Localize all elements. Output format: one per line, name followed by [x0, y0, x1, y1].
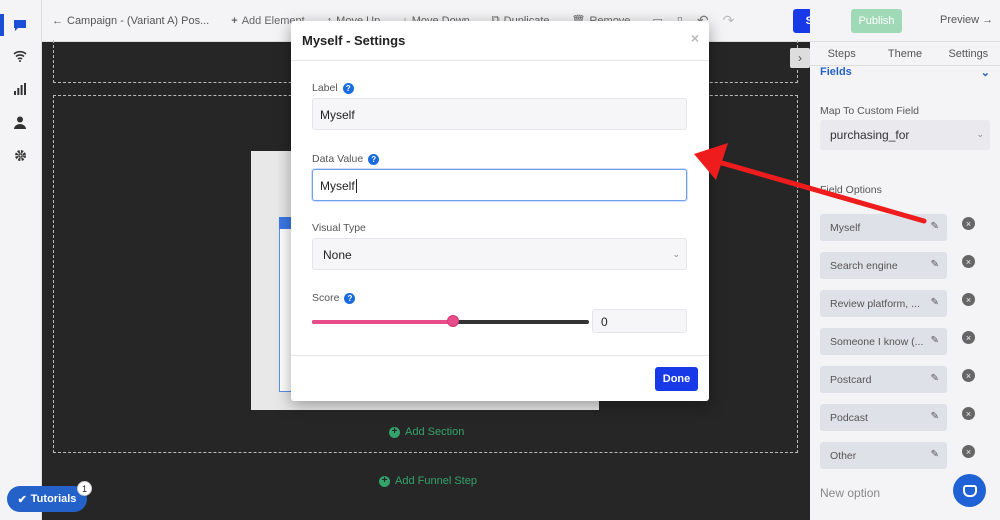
support-chat-button[interactable]	[953, 474, 986, 507]
pencil-icon[interactable]: ✎	[931, 335, 939, 346]
score-slider-fill	[312, 320, 454, 324]
help-icon[interactable]: ?	[342, 82, 354, 94]
user-icon[interactable]	[12, 114, 28, 130]
visual-type-value: None	[323, 248, 352, 262]
active-indicator	[0, 14, 4, 36]
arrow-left-icon: ←	[52, 14, 63, 27]
modal-header: Myself - Settings ×	[291, 21, 709, 61]
data-value-field-label: Data Value ?	[312, 153, 380, 165]
tutorials-button[interactable]: ✔ Tutorials	[7, 486, 87, 512]
score-slider[interactable]	[312, 315, 589, 327]
tutorials-label: Tutorials	[30, 493, 77, 505]
data-value-text: Myself	[320, 179, 355, 193]
option-item[interactable]: Podcast ✎	[820, 404, 947, 431]
plus-circle-icon: +	[379, 475, 390, 487]
bar-chart-icon[interactable]	[12, 81, 28, 97]
remove-option-icon[interactable]: ×	[962, 293, 975, 306]
option-label: Podcast	[830, 412, 868, 424]
tutorials-badge: 1	[77, 481, 92, 496]
remove-option-icon[interactable]: ×	[962, 445, 975, 458]
remove-option-icon[interactable]: ×	[962, 217, 975, 230]
remove-option-icon[interactable]: ×	[962, 407, 975, 420]
fields-accordion[interactable]: Fields ⌄	[820, 66, 990, 79]
pencil-icon[interactable]: ✎	[931, 259, 939, 270]
tab-settings[interactable]: Settings	[937, 42, 1000, 65]
option-item[interactable]: Review platform, ... ✎	[820, 290, 947, 317]
chevron-down-icon: ⌄	[672, 249, 680, 259]
visual-type-field-label: Visual Type	[312, 222, 366, 234]
add-funnel-step-button[interactable]: + Add Funnel Step	[379, 475, 477, 487]
field-options-label: Field Options	[820, 184, 882, 196]
pencil-icon[interactable]: ✎	[931, 297, 939, 308]
help-icon[interactable]: ?	[368, 153, 380, 165]
add-section-button[interactable]: + Add Section	[389, 426, 464, 438]
score-input[interactable]: 0	[592, 309, 687, 333]
tab-theme[interactable]: Theme	[873, 42, 936, 65]
add-funnel-step-label: Add Funnel Step	[395, 475, 477, 487]
left-icon-rail	[0, 0, 42, 520]
wifi-icon[interactable]	[12, 48, 28, 64]
pencil-icon[interactable]: ✎	[931, 449, 939, 460]
text-cursor	[355, 179, 357, 193]
top-right-bar: Publish Preview →	[810, 0, 1000, 42]
option-label: Search engine	[830, 260, 898, 272]
custom-field-value: purchasing_for	[830, 128, 910, 142]
data-value-caption: Data Value	[312, 153, 364, 165]
add-section-label: Add Section	[405, 426, 465, 438]
tab-steps[interactable]: Steps	[810, 42, 873, 65]
plus-circle-icon: +	[389, 426, 400, 438]
custom-field-select[interactable]: purchasing_for ⌄	[820, 120, 990, 150]
option-label: Myself	[830, 222, 861, 234]
option-item[interactable]: Search engine ✎	[820, 252, 947, 279]
chat-icon[interactable]	[12, 17, 28, 33]
visual-type-select[interactable]: None ⌄	[312, 238, 687, 270]
label-field-label: Label ?	[312, 82, 354, 94]
label-input[interactable]: Myself	[312, 98, 687, 130]
score-caption: Score	[312, 292, 340, 304]
panel-tabs: Steps Theme Settings	[810, 42, 1000, 66]
chevron-right-icon: ›	[798, 51, 802, 65]
chevron-down-icon: ⌄	[980, 67, 990, 79]
data-value-input[interactable]: Myself	[312, 169, 687, 201]
gear-icon[interactable]	[12, 147, 28, 163]
done-button[interactable]: Done	[655, 367, 698, 391]
pencil-icon[interactable]: ✎	[931, 411, 939, 422]
map-field-label: Map To Custom Field	[820, 105, 920, 117]
fields-label: Fields	[820, 66, 852, 78]
option-label: Someone I know (...	[830, 336, 924, 348]
score-slider-thumb[interactable]	[447, 315, 460, 327]
option-item[interactable]: Other ✎	[820, 442, 947, 469]
right-settings-panel: Steps Theme Settings Fields ⌄ Map To Cus…	[810, 42, 1000, 520]
publish-button[interactable]: Publish	[851, 9, 902, 33]
pencil-icon[interactable]: ✎	[931, 221, 939, 232]
campaign-title: Campaign - (Variant A) Pos...	[67, 14, 210, 27]
option-settings-modal: Myself - Settings × Label ? Myself Data …	[291, 21, 709, 401]
option-item[interactable]: Someone I know (... ✎	[820, 328, 947, 355]
help-icon[interactable]: ?	[344, 292, 356, 304]
option-item[interactable]: Postcard ✎	[820, 366, 947, 393]
score-field-label: Score ?	[312, 292, 356, 304]
option-label: Other	[830, 450, 857, 462]
visual-type-caption: Visual Type	[312, 222, 366, 234]
redo-icon[interactable]: ↷	[723, 12, 735, 29]
chevron-down-icon: ⌄	[976, 129, 984, 139]
pencil-icon[interactable]: ✎	[931, 373, 939, 384]
remove-option-icon[interactable]: ×	[962, 369, 975, 382]
check-icon: ✔	[17, 493, 27, 506]
chat-bubble-icon	[962, 484, 977, 497]
preview-link[interactable]: Preview →	[940, 14, 993, 26]
collapse-panel-button[interactable]: ›	[790, 48, 810, 68]
modal-title: Myself - Settings	[302, 33, 406, 48]
remove-option-icon[interactable]: ×	[962, 255, 975, 268]
remove-option-icon[interactable]: ×	[962, 331, 975, 344]
option-label: Postcard	[830, 374, 872, 386]
label-caption: Label	[312, 82, 338, 94]
option-item[interactable]: Myself ✎	[820, 214, 947, 241]
modal-footer-divider	[291, 355, 709, 356]
back-link[interactable]: ← Campaign - (Variant A) Pos...	[52, 15, 209, 27]
option-label: Review platform, ...	[830, 298, 920, 310]
close-icon[interactable]: ×	[691, 30, 699, 46]
plus-icon: +	[231, 14, 238, 27]
